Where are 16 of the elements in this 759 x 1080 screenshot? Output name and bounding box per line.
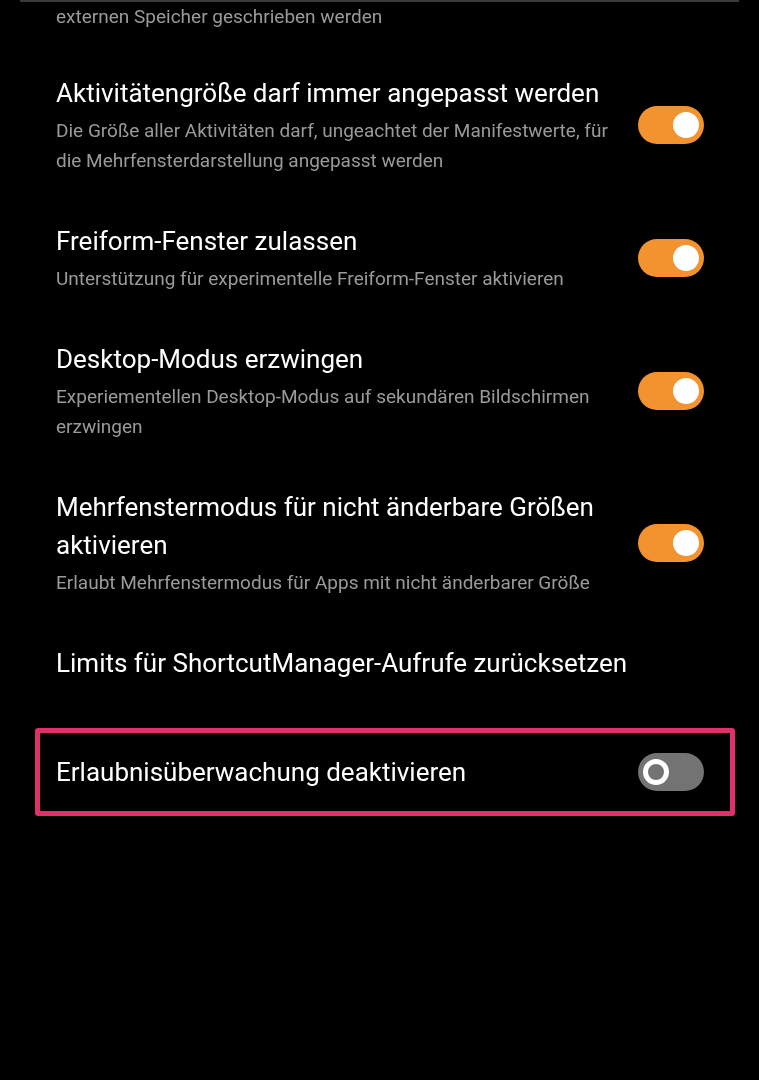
toggle-switch[interactable] [638,524,704,562]
toggle-switch[interactable] [638,372,704,410]
setting-description: Erlaubt Mehrfenstermodus für Apps mit nicht änderbarer Größe [56,570,591,596]
setting-title: Desktop-Modus erzwingen [56,343,365,376]
toggle-switch[interactable] [638,239,704,277]
setting-title: Freiform-Fenster zulassen [56,225,359,258]
setting-title: Limits für ShortcutManager-Aufrufe zurücksetzen [56,647,629,680]
setting-title: Erlaubnisüberwachung deaktivieren [56,756,468,789]
setting-description: Die Größe aller Aktivitäten darf, ungeachtet der Manifestwerte, für die Mehrfensterdarstellung angepasst werden [56,118,609,174]
setting-description: externen Speicher geschrieben werden [56,5,383,28]
setting-description: Experiementellen Desktop-Modus auf sekundären Bildschirmen erzwingen [56,384,591,440]
setting-description: Unterstützung für experimentelle Freiform-Fenster aktivieren [56,266,565,292]
setting-title: Aktivitätengröße darf immer angepasst werden [56,77,601,110]
setting-title: Mehrfenstermodus für nicht änderbare Größen aktivieren [56,491,595,562]
toggle-switch[interactable] [638,753,704,791]
toggle-switch[interactable] [638,106,704,144]
